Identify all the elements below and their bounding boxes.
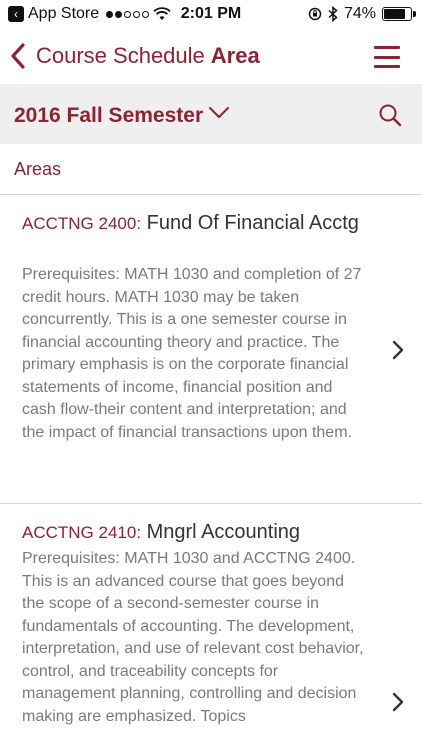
- back-chevron-icon[interactable]: [10, 42, 26, 70]
- bluetooth-icon: [328, 6, 338, 22]
- hamburger-menu-icon[interactable]: [374, 46, 400, 68]
- nav-title-bold: Area: [210, 43, 260, 68]
- nav-title: Course Schedule Area: [36, 43, 260, 69]
- course-description: Prerequisites: MATH 1030 and completion …: [22, 266, 362, 441]
- chevron-down-icon[interactable]: [208, 106, 230, 120]
- semester-label[interactable]: 2016 Fall Semester: [14, 104, 203, 128]
- nav-title-main: Course Schedule: [36, 43, 205, 68]
- course-title: Fund Of Financial Acctg: [146, 212, 359, 234]
- battery-percent: 74%: [343, 5, 376, 22]
- status-bar: ‹ App Store 2:01 PM 74%: [0, 0, 422, 30]
- course-code: ACCTNG 2410:: [22, 523, 142, 542]
- chevron-right-icon[interactable]: [392, 340, 404, 360]
- course-heading: ACCTNG 2400: Fund Of Financial Acctg: [22, 211, 362, 236]
- navigation-bar: Course Schedule Area: [0, 30, 422, 84]
- course-row[interactable]: ACCTNG 2400: Fund Of Financial Acctg Pre…: [0, 195, 422, 504]
- battery-icon: [382, 7, 416, 21]
- course-heading: ACCTNG 2410: Mngrl Accounting: [22, 520, 362, 545]
- section-header: Areas: [0, 144, 422, 195]
- search-icon[interactable]: [378, 103, 402, 127]
- section-label: Areas: [14, 159, 62, 179]
- course-description: Prerequisites: MATH 1030 and ACCTNG 2400…: [22, 550, 364, 725]
- chevron-right-icon[interactable]: [392, 692, 404, 712]
- semester-selector[interactable]: 2016 Fall Semester: [0, 84, 422, 144]
- status-right: 74%: [308, 5, 416, 23]
- course-row[interactable]: ACCTNG 2410: Mngrl Accounting Prerequisi…: [0, 504, 422, 750]
- orientation-lock-icon: [308, 7, 322, 21]
- course-code: ACCTNG 2400:: [22, 214, 142, 233]
- course-title: Mngrl Accounting: [146, 521, 301, 543]
